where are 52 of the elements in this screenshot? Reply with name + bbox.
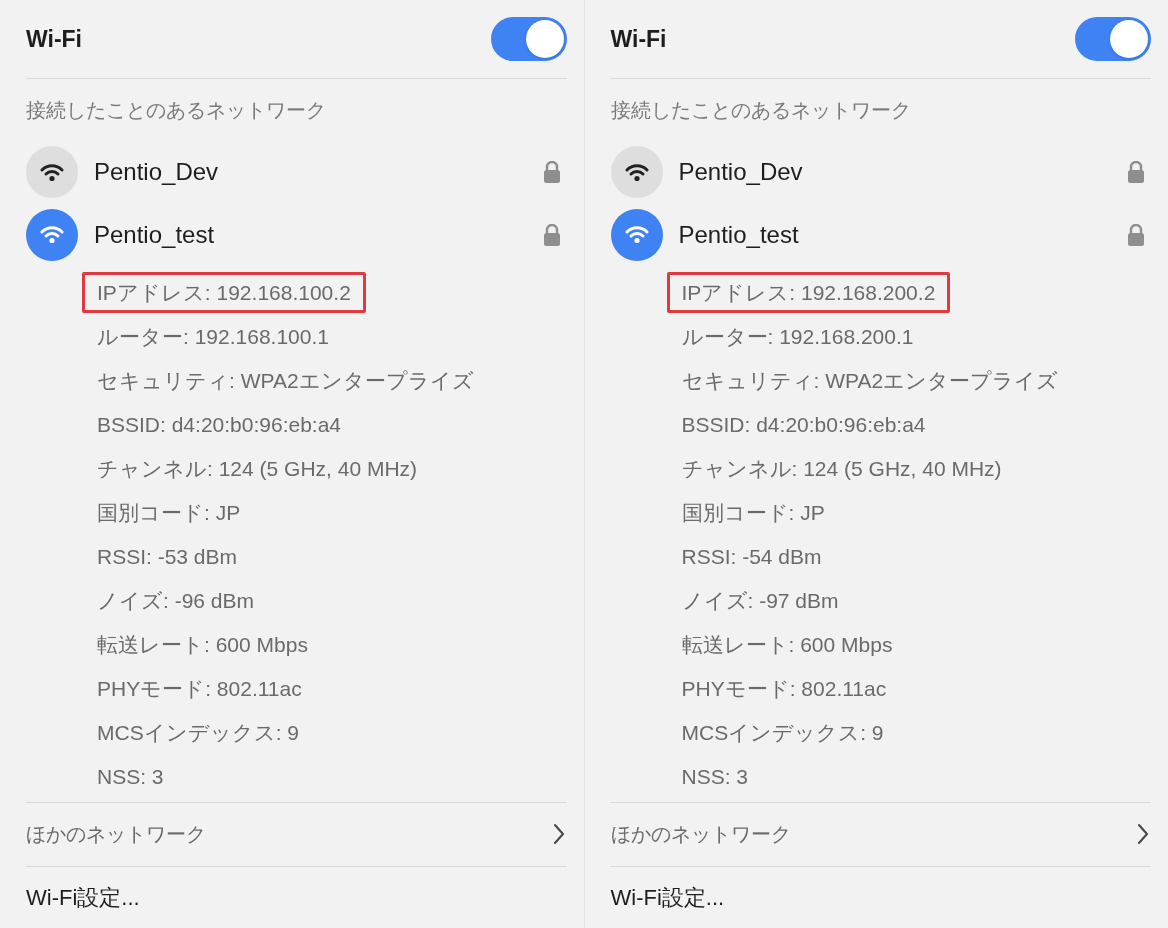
detail-text: IPアドレス: 192.168.200.2 <box>666 271 951 314</box>
network-item[interactable]: Pentio_Dev <box>26 141 567 204</box>
detail-text: セキュリティ: WPA2エンタープライズ <box>680 367 1060 394</box>
detail-text: ノイズ: -97 dBm <box>680 587 840 614</box>
network-item[interactable]: Pentio_Dev <box>610 141 1151 204</box>
detail-text: RSSI: -53 dBm <box>96 543 239 570</box>
wifi-icon <box>40 225 64 244</box>
lock-icon <box>542 161 561 184</box>
detail-text: ノイズ: -96 dBm <box>96 587 256 614</box>
detail-text: ルーター: 192.168.100.1 <box>96 323 330 350</box>
detail-text: 国別コード: JP <box>96 499 242 526</box>
network-name: Pentio_test <box>678 219 800 250</box>
detail-text: ルーター: 192.168.200.1 <box>680 323 915 350</box>
wifi-settings-link[interactable]: Wi-Fi設定... <box>610 880 725 914</box>
panel-title: Wi-Fi <box>610 24 667 54</box>
detail-text: PHYモード: 802.11ac <box>96 675 303 702</box>
wifi-icon <box>624 225 649 244</box>
detail-text: BSSID: d4:20:b0:96:eb:a4 <box>680 411 927 438</box>
detail-text: 転送レート: 600 Mbps <box>680 631 894 658</box>
lock-icon <box>542 223 561 246</box>
other-networks-item[interactable]: ほかのネットワーク <box>26 801 567 867</box>
wifi-toggle[interactable] <box>1075 17 1151 61</box>
wifi-icon <box>624 162 649 182</box>
detail-text: 国別コード: JP <box>680 499 826 526</box>
chevron-right-icon <box>1137 823 1149 846</box>
chevron-right-icon <box>552 823 565 846</box>
panel-title: Wi-Fi <box>26 24 82 54</box>
detail-text: セキュリティ: WPA2エンタープライズ <box>96 367 475 394</box>
network-name: Pentio_Dev <box>94 157 220 188</box>
wifi-icon <box>40 162 64 182</box>
lock-icon <box>1127 161 1145 184</box>
detail-text: チャンネル: 124 (5 GHz, 40 MHz) <box>680 455 1003 482</box>
other-networks-item[interactable]: ほかのネットワーク <box>610 801 1151 867</box>
detail-text: MCSインデックス: 9 <box>96 719 300 746</box>
detail-text: 転送レート: 600 Mbps <box>96 631 309 658</box>
network-item[interactable]: Pentio_test <box>26 203 567 266</box>
wifi-toggle[interactable] <box>490 17 567 61</box>
detail-text: MCSインデックス: 9 <box>680 719 885 746</box>
detail-text: IPアドレス: 192.168.100.2 <box>82 271 366 314</box>
wifi-settings-link[interactable]: Wi-Fi設定... <box>26 880 140 914</box>
detail-text: NSS: 3 <box>680 763 750 790</box>
detail-text: PHYモード: 802.11ac <box>680 675 888 702</box>
section-title: 接続したことのあるネットワーク <box>26 98 326 124</box>
lock-icon <box>1127 223 1145 246</box>
detail-text: NSS: 3 <box>96 763 165 790</box>
network-name: Pentio_Dev <box>678 157 804 188</box>
detail-text: RSSI: -54 dBm <box>680 543 823 570</box>
detail-text: チャンネル: 124 (5 GHz, 40 MHz) <box>96 455 419 482</box>
network-name: Pentio_test <box>94 219 216 250</box>
detail-text: BSSID: d4:20:b0:96:eb:a4 <box>96 411 342 438</box>
network-item[interactable]: Pentio_test <box>610 203 1151 266</box>
section-title: 接続したことのあるネットワーク <box>610 98 911 124</box>
